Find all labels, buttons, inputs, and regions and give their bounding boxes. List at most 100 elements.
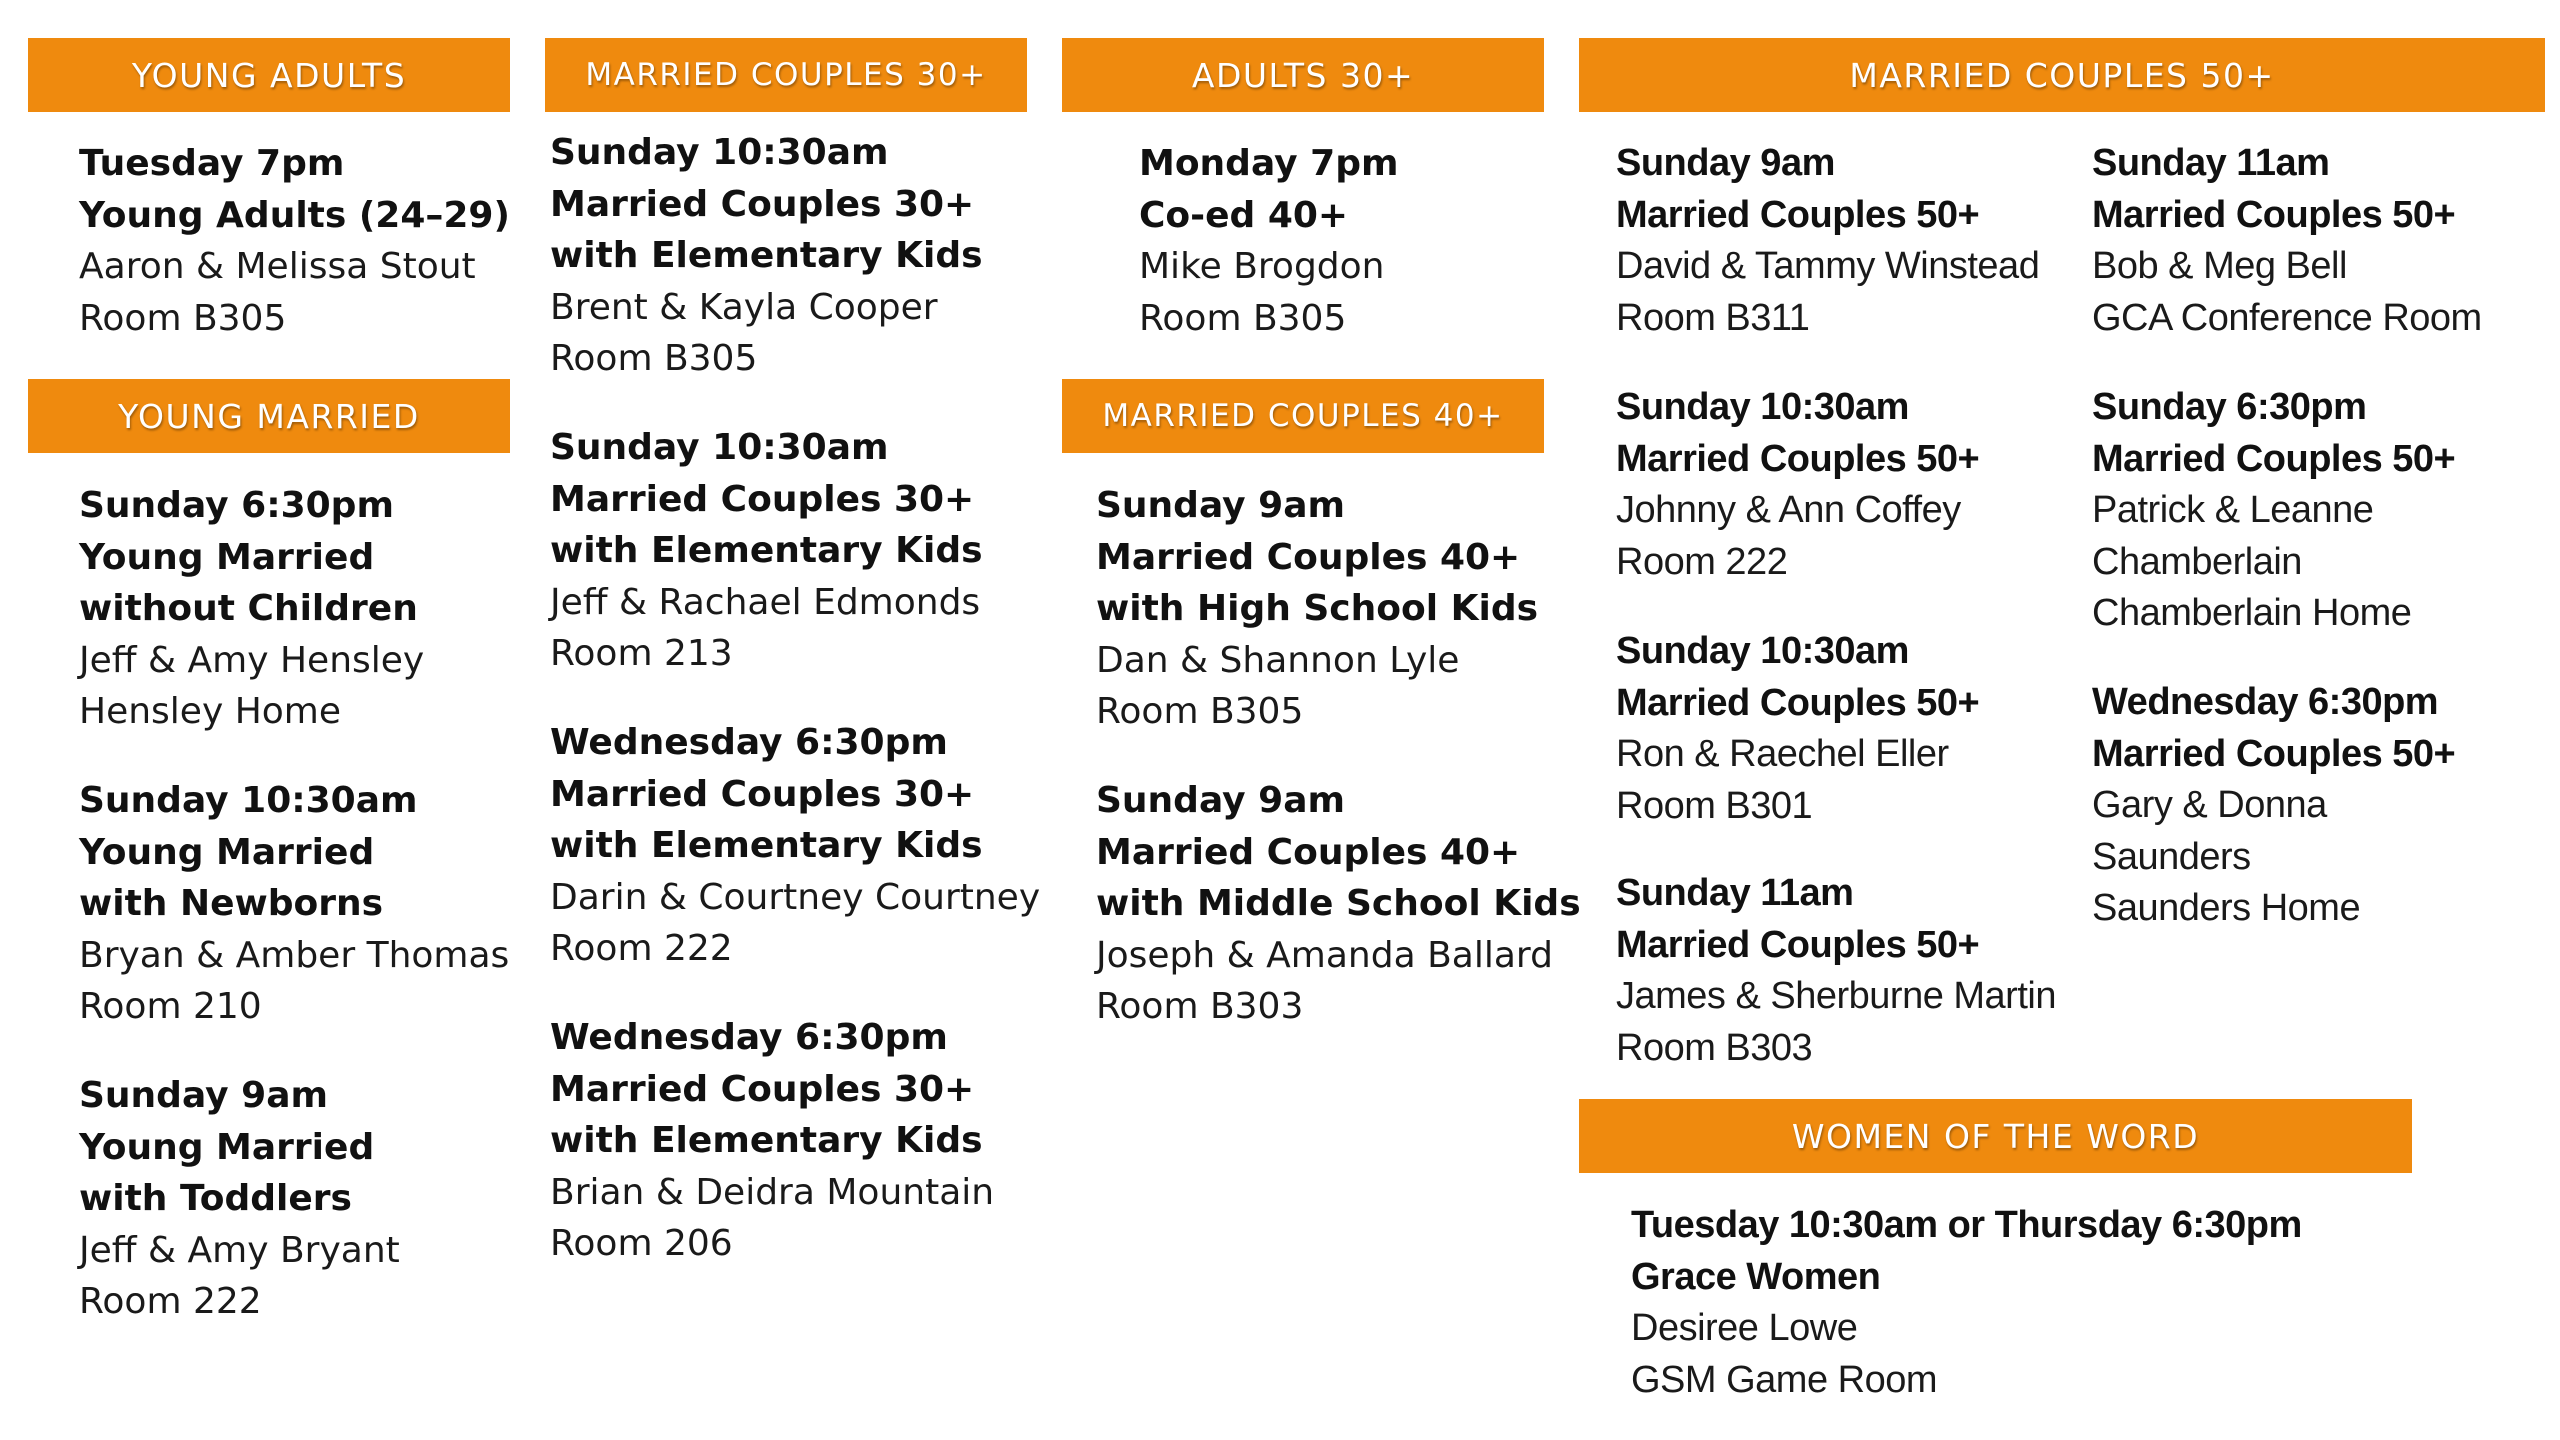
group-time: Sunday 11am [2092, 142, 2330, 184]
group-location: Room B305 [79, 297, 287, 339]
group-leaders: Patrick & Leanne [2092, 489, 2374, 531]
group-location: Room 206 [550, 1223, 733, 1264]
group-young-married-3: Sunday 9am Young Married with Toddlers J… [79, 1070, 400, 1328]
group-leaders: Joseph & Amanda Ballard [1096, 934, 1553, 976]
group-married-50-4: Sunday 11am Married Couples 50+ James & … [1616, 868, 2056, 1074]
group-location: GSM Game Room [1631, 1358, 1938, 1401]
group-name: Married Couples 30+ [550, 773, 975, 815]
group-time: Sunday 10:30am [1616, 386, 1909, 428]
group-leaders: Jeff & Rachael Edmonds [550, 581, 981, 623]
group-location: Room 222 [1616, 540, 1788, 583]
group-name-2: with Elementary Kids [550, 825, 983, 866]
group-name: Co-ed 40+ [1139, 194, 1349, 236]
group-married-30-2: Sunday 10:30am Married Couples 30+ with … [550, 422, 983, 680]
group-time: Wednesday 6:30pm [2092, 681, 2439, 723]
group-time: Sunday 6:30pm [79, 485, 394, 526]
group-leaders-2: Chamberlain [2092, 540, 2302, 583]
group-location: Room B305 [1096, 691, 1304, 732]
group-name: Grace Women [1631, 1255, 1881, 1298]
group-young-adults-1: Tuesday 7pm Young Adults (24–29) Aaron &… [79, 138, 510, 344]
group-name-2: with Elementary Kids [550, 235, 983, 276]
group-time: Sunday 9am [1096, 780, 1345, 821]
group-leaders: Gary & Donna [2092, 784, 2327, 826]
group-married-30-4: Wednesday 6:30pm Married Couples 30+ wit… [550, 1012, 994, 1270]
group-leaders: Brian & Deidra Mountain [550, 1171, 995, 1213]
group-location: Room 222 [79, 1281, 262, 1322]
group-name: Married Couples 50+ [2092, 732, 2456, 775]
group-name: Married Couples 50+ [2092, 437, 2456, 480]
group-name: Married Couples 40+ [1096, 831, 1521, 873]
group-name: Married Couples 30+ [550, 478, 975, 520]
group-time: Sunday 9am [1096, 485, 1345, 526]
group-leaders: James & Sherburne Martin [1616, 975, 2056, 1017]
group-married-50-3: Sunday 10:30am Married Couples 50+ Ron &… [1616, 626, 1980, 832]
group-leaders: Desiree Lowe [1631, 1307, 1858, 1349]
group-name-2: with Elementary Kids [550, 530, 983, 571]
group-leaders: Dan & Shannon Lyle [1096, 639, 1460, 681]
section-header-married-40: MARRIED COUPLES 40+ [1062, 379, 1544, 453]
group-name: Married Couples 40+ [1096, 536, 1521, 578]
group-name-2: with Elementary Kids [550, 1120, 983, 1161]
group-time: Wednesday 6:30pm [550, 722, 948, 763]
group-location: Room B311 [1616, 296, 1810, 339]
group-location: Room B305 [1139, 297, 1347, 339]
group-name: Married Couples 50+ [1616, 681, 1980, 724]
section-header-young-married: YOUNG MARRIED [28, 379, 510, 453]
group-location: Room B305 [550, 338, 758, 379]
group-location: Room 210 [79, 986, 262, 1027]
group-time: Sunday 6:30pm [2092, 386, 2367, 428]
group-adults-30-1: Monday 7pm Co-ed 40+ Mike Brogdon Room B… [1139, 138, 1398, 344]
group-name: Young Married [79, 536, 375, 578]
group-name-2: with Toddlers [79, 1178, 352, 1219]
group-location: Room B303 [1616, 1026, 1813, 1069]
group-married-40-2: Sunday 9am Married Couples 40+ with Midd… [1096, 775, 1581, 1033]
section-header-young-adults: YOUNG ADULTS [28, 38, 510, 112]
group-time: Sunday 9am [79, 1075, 328, 1116]
group-location: Room 222 [550, 928, 733, 969]
group-leaders: Johnny & Ann Coffey [1616, 489, 1961, 531]
group-time: Tuesday 10:30am or Thursday 6:30pm [1631, 1204, 2302, 1246]
group-time: Sunday 10:30am [79, 780, 418, 821]
group-location: Saunders Home [2092, 887, 2361, 929]
group-name: Married Couples 30+ [550, 1068, 975, 1110]
group-leaders: Bryan & Amber Thomas [79, 934, 510, 976]
group-married-50-2: Sunday 10:30am Married Couples 50+ Johnn… [1616, 382, 1980, 588]
group-time: Tuesday 7pm [79, 143, 345, 184]
group-leaders: Brent & Kayla Cooper [550, 286, 938, 328]
group-leaders: Jeff & Amy Hensley [79, 639, 425, 681]
group-leaders: Darin & Courtney Courtney [550, 876, 1041, 918]
group-leaders: Aaron & Melissa Stout [79, 246, 476, 287]
section-header-women: WOMEN OF THE WORD [1579, 1099, 2412, 1173]
group-time: Sunday 9am [1616, 142, 1835, 184]
group-location: Room B303 [1096, 986, 1304, 1027]
group-leaders: Bob & Meg Bell [2092, 245, 2347, 287]
group-name-2: with Middle School Kids [1096, 883, 1581, 924]
group-leaders: Ron & Raechel Eller [1616, 733, 1949, 775]
group-married-30-3: Wednesday 6:30pm Married Couples 30+ wit… [550, 717, 1040, 975]
group-name: Married Couples 50+ [2092, 193, 2456, 236]
group-married-30-1: Sunday 10:30am Married Couples 30+ with … [550, 127, 983, 385]
group-married-40-1: Sunday 9am Married Couples 40+ with High… [1096, 480, 1538, 738]
group-time: Monday 7pm [1139, 143, 1399, 184]
group-married-50-1: Sunday 9am Married Couples 50+ David & T… [1616, 138, 2040, 344]
section-header-married-30: MARRIED COUPLES 30+ [545, 38, 1027, 112]
group-location: Room 213 [550, 633, 733, 674]
group-women-1: Tuesday 10:30am or Thursday 6:30pm Grace… [1631, 1200, 2302, 1406]
group-name-2: with High School Kids [1096, 588, 1539, 629]
group-name-2: without Children [79, 588, 418, 629]
group-leaders-2: Saunders [2092, 835, 2251, 878]
group-married-50-7: Wednesday 6:30pm Married Couples 50+ Gar… [2092, 677, 2456, 935]
group-time: Sunday 11am [1616, 872, 1854, 914]
group-leaders: Mike Brogdon [1139, 246, 1385, 287]
group-name: Young Married [79, 831, 375, 873]
group-leaders: David & Tammy Winstead [1616, 245, 2040, 287]
group-location: GCA Conference Room [2092, 296, 2482, 339]
group-location: Hensley Home [79, 691, 342, 732]
group-time: Wednesday 6:30pm [550, 1017, 948, 1058]
group-name: Married Couples 50+ [1616, 437, 1980, 480]
group-name: Married Couples 50+ [1616, 193, 1980, 236]
group-time: Sunday 10:30am [550, 427, 889, 468]
section-header-married-50: MARRIED COUPLES 50+ [1579, 38, 2545, 112]
group-time: Sunday 10:30am [1616, 630, 1909, 672]
group-name: Young Adults (24–29) [79, 194, 510, 236]
